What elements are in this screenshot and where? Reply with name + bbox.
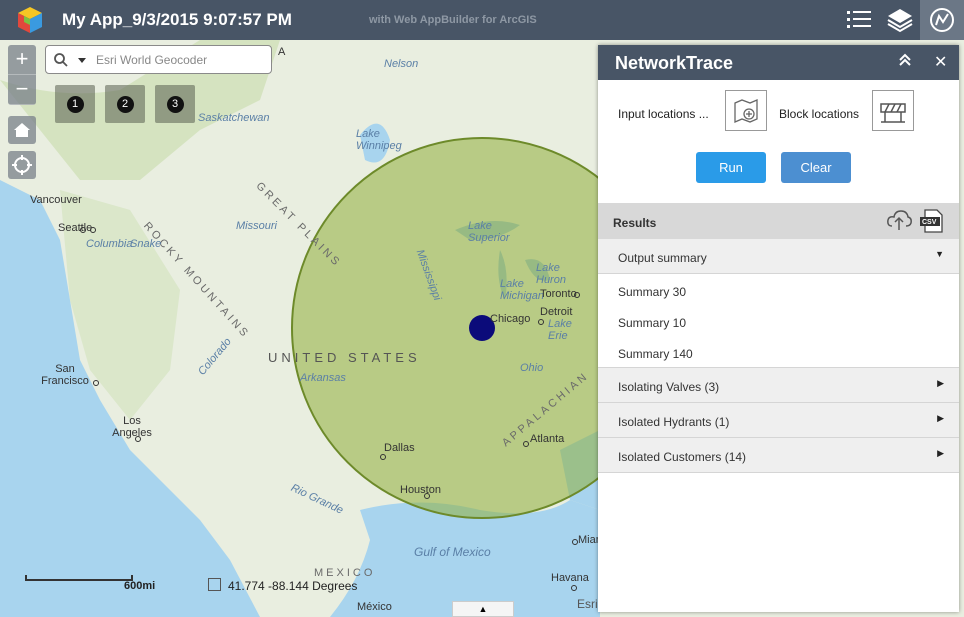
- clear-button[interactable]: Clear: [781, 152, 851, 183]
- map-label-ohio: Ohio: [520, 362, 544, 374]
- isolating-valves-header[interactable]: Isolating Valves (3) ▶: [598, 368, 959, 403]
- caret-right-icon: ▶: [937, 448, 944, 458]
- app-title: My App_9/3/2015 9:07:57 PM: [62, 10, 292, 29]
- map-label-snake: Snake: [130, 238, 162, 250]
- locate-icon: [12, 155, 32, 175]
- home-button[interactable]: [8, 116, 36, 144]
- map-label-gulf: Gulf of Mexico: [414, 545, 491, 559]
- list-item[interactable]: Summary 140: [598, 337, 959, 368]
- list-icon[interactable]: [838, 0, 880, 40]
- block-locations-button[interactable]: [872, 90, 914, 131]
- coordinate-readout: 41.774 -88.144 Degrees: [228, 579, 358, 593]
- results-label: Results: [613, 216, 657, 230]
- scalebar: [25, 575, 133, 581]
- map-label-canada: A: [278, 46, 286, 58]
- block-locations-label: Block locations: [779, 107, 860, 121]
- list-item[interactable]: Summary 10: [598, 306, 959, 337]
- add-location-icon: [734, 98, 758, 123]
- bottom-panel-toggle[interactable]: ▲: [452, 601, 514, 617]
- locate-button[interactable]: [8, 151, 36, 179]
- panel-title: NetworkTrace: [615, 53, 734, 73]
- list-item[interactable]: Summary 30: [598, 275, 959, 306]
- app-logo-icon: [14, 5, 46, 35]
- map-label-los-angeles: Los Angeles: [112, 415, 152, 439]
- input-locations-label: Input locations ...: [618, 107, 709, 121]
- panel-header: NetworkTrace ✕: [598, 45, 959, 80]
- caret-right-icon: ▶: [937, 413, 944, 423]
- isolated-hydrants-header[interactable]: Isolated Hydrants (1) ▶: [598, 403, 959, 438]
- barrier-icon: [880, 102, 906, 123]
- search-box[interactable]: Esri World Geocoder: [45, 45, 272, 74]
- map-label-dallas: Dallas: [384, 442, 415, 454]
- map-label-lake-superior: Lake Superior: [468, 220, 510, 244]
- location-row: Input locations ... Block locations: [598, 90, 959, 135]
- double-chevron-up-icon: [899, 53, 911, 66]
- layers-icon[interactable]: [879, 0, 921, 40]
- coordinate-icon[interactable]: [208, 578, 221, 591]
- widget-number: 3: [166, 95, 184, 113]
- map-label-atlanta: Atlanta: [530, 433, 565, 445]
- esri-attribution: Esri: [577, 597, 598, 611]
- widget-number: 2: [116, 95, 134, 113]
- output-summary-header[interactable]: Output summary ▼: [598, 239, 959, 274]
- isolated-customers-header[interactable]: Isolated Customers (14) ▶: [598, 438, 959, 473]
- close-panel-button[interactable]: ✕: [934, 52, 947, 72]
- collapse-panel-button[interactable]: [898, 53, 912, 72]
- map-label-houston: Houston: [400, 484, 441, 496]
- zoom-control: + −: [8, 45, 36, 105]
- csv-export-icon[interactable]: CSV: [919, 208, 945, 239]
- caret-right-icon: ▶: [937, 378, 944, 388]
- scale-label: 600mi: [124, 580, 156, 592]
- map-label-saskatchewan: Saskatchewan: [198, 112, 270, 124]
- network-trace-panel: NetworkTrace ✕ Input locations ... Block…: [598, 45, 959, 612]
- map-label-toronto: Toronto: [540, 288, 577, 300]
- map-label-mexico-city: México: [357, 601, 392, 613]
- input-locations-button[interactable]: [725, 90, 767, 131]
- app-subtitle: with Web AppBuilder for ArcGIS: [369, 14, 537, 26]
- map-label-mexico: MEXICO: [314, 567, 376, 579]
- widget-button-2[interactable]: 2: [105, 85, 145, 123]
- upload-icon[interactable]: [886, 208, 912, 237]
- map-label-havana: Havana: [551, 572, 589, 584]
- widget-button-3[interactable]: 3: [155, 85, 195, 123]
- map-label-lake-winnipeg: Lake Winnipeg: [356, 128, 402, 152]
- group-label: Isolating Valves (3): [618, 380, 720, 394]
- run-button[interactable]: Run: [696, 152, 766, 183]
- summary-label: Summary 10: [618, 316, 687, 330]
- map-label-united-states: UNITED STATES: [268, 350, 421, 365]
- map-label-arkansas: Arkansas: [300, 372, 346, 384]
- app-header: My App_9/3/2015 9:07:57 PM with Web AppB…: [0, 0, 964, 40]
- map-label-vancouver: Vancouver: [30, 194, 82, 206]
- zoom-out-button[interactable]: −: [8, 75, 36, 105]
- search-input[interactable]: Esri World Geocoder: [96, 53, 207, 67]
- network-trace-icon[interactable]: [920, 0, 964, 40]
- map-label-missouri: Missouri: [236, 220, 277, 232]
- map-label-san-francisco: San Francisco: [41, 363, 89, 387]
- map-label-nelson: Nelson: [384, 58, 419, 70]
- svg-text:CSV: CSV: [922, 219, 937, 226]
- home-icon: [14, 123, 30, 137]
- results-header: Results CSV: [598, 203, 959, 239]
- map-label-detroit: Detroit: [540, 306, 573, 318]
- summary-label: Summary 30: [618, 285, 687, 299]
- map-label-lake-erie: Lake Erie: [548, 318, 572, 342]
- search-icon: [54, 53, 68, 67]
- summary-label: Summary 140: [618, 347, 693, 361]
- map-label-seattle: Seattle: [58, 222, 93, 234]
- widget-button-1[interactable]: 1: [55, 85, 95, 123]
- map-label-columbia: Columbia: [86, 238, 133, 250]
- caret-down-icon: ▼: [935, 249, 944, 259]
- group-label: Isolated Hydrants (1): [618, 415, 730, 429]
- widget-number: 1: [66, 95, 84, 113]
- map-label-chicago: Chicago: [490, 313, 531, 325]
- results-list: Output summary ▼ Summary 30 Summary 10 S…: [598, 239, 959, 473]
- chevron-down-icon[interactable]: [78, 58, 86, 63]
- group-label: Isolated Customers (14): [618, 450, 747, 464]
- output-summary-label: Output summary: [618, 251, 707, 265]
- zoom-in-button[interactable]: +: [8, 45, 36, 75]
